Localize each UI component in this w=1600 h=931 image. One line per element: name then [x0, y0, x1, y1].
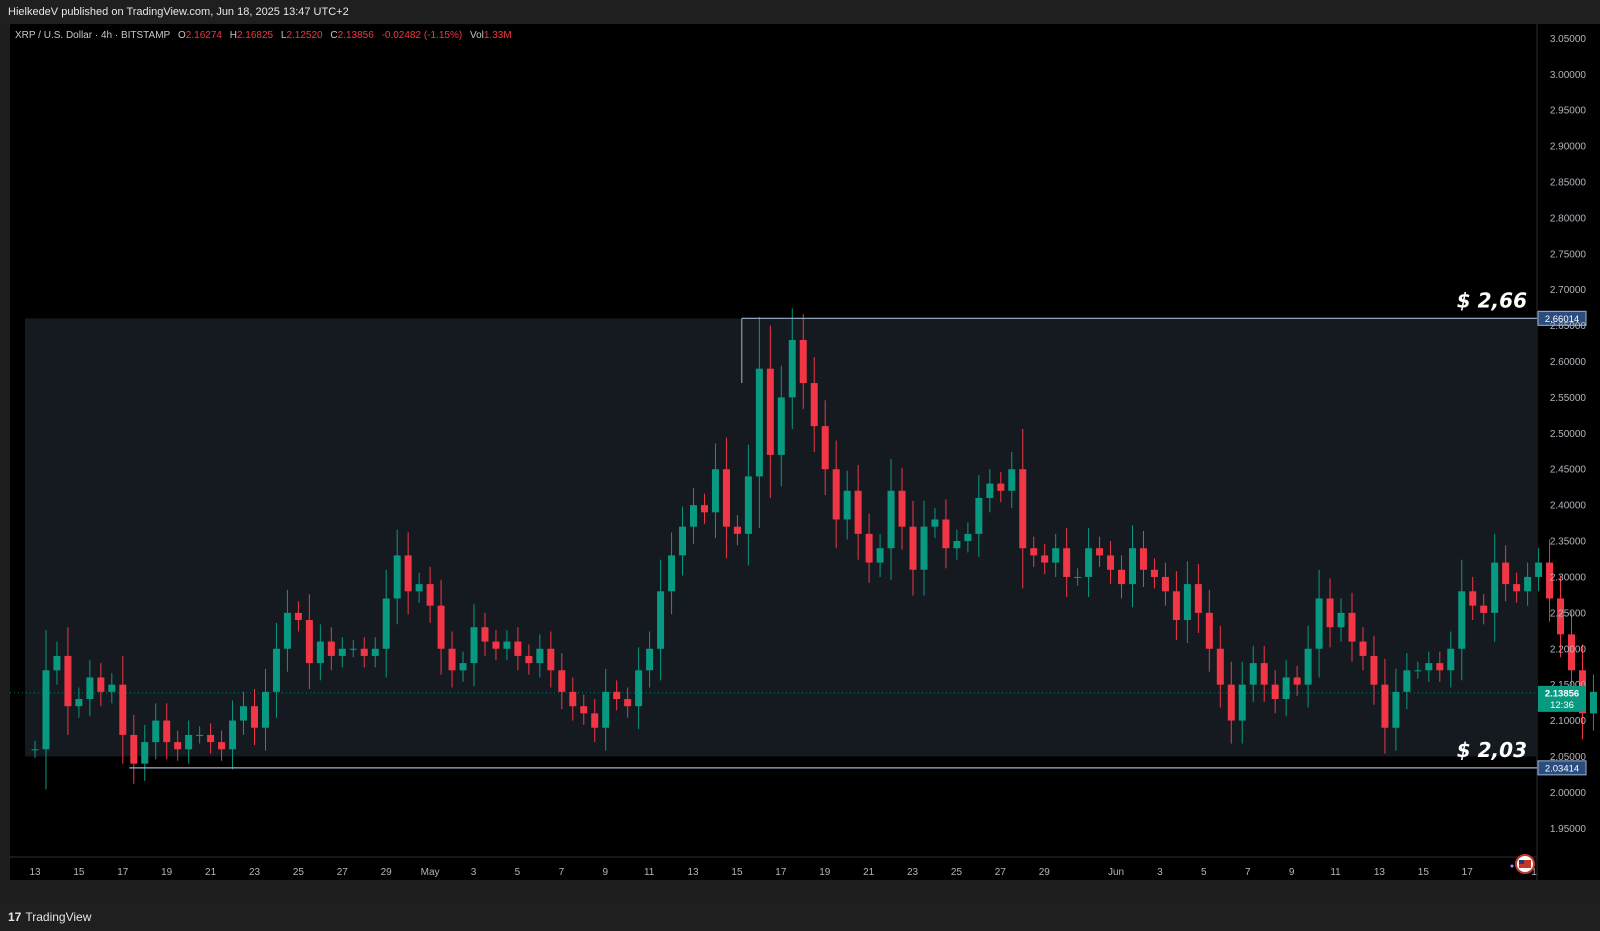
- time-tick-label: 21: [863, 867, 875, 878]
- time-tick-label: 15: [1418, 867, 1430, 878]
- price-tick-label: 2.00000: [1550, 788, 1587, 799]
- price-tick-label: 2.60000: [1550, 357, 1587, 368]
- legend-change: -0.02482 (-1.15%): [381, 30, 463, 41]
- time-tick-label: 3: [1157, 867, 1163, 878]
- price-tick-label: 2.35000: [1550, 537, 1587, 548]
- time-tick-label: 5: [515, 867, 521, 878]
- time-tick-label: 29: [1039, 867, 1051, 878]
- time-tick-label: 11: [644, 867, 655, 878]
- price-tick-label: 1.95000: [1550, 824, 1587, 835]
- time-tick-label: 11: [1330, 867, 1341, 878]
- price-tick-label: 2.50000: [1550, 429, 1587, 440]
- publish-info: HielkedeV published on TradingView.com, …: [8, 6, 349, 18]
- footer-bar: 17 TradingView: [0, 904, 1600, 931]
- legend-open: O2.16274: [178, 30, 222, 41]
- legend-low: L2.12520: [280, 30, 323, 41]
- time-tick-label: 27: [337, 867, 349, 878]
- level-annotation: $ 2,03: [1457, 738, 1527, 762]
- price-tick-label: 2.10000: [1550, 716, 1587, 727]
- tradingview-logo-icon: 17: [8, 910, 22, 924]
- legend-symbol: XRP / U.S. Dollar · 4h · BITSTAMP: [15, 30, 171, 41]
- price-chart[interactable]: $ 2,662.66014$ 2,032.03414 3.050003.0000…: [0, 24, 1600, 904]
- time-tick-label: 21: [205, 867, 217, 878]
- level-badge-text: 2.03414: [1545, 763, 1579, 774]
- publish-header-bar: HielkedeV published on TradingView.com, …: [0, 0, 1600, 24]
- time-tick-label: 25: [293, 867, 305, 878]
- level-annotation: $ 2,66: [1457, 288, 1527, 312]
- time-tick-label: 3: [471, 867, 477, 878]
- time-tick-label: 17: [775, 867, 787, 878]
- time-tick-label: Jun: [1108, 867, 1124, 878]
- time-tick-label: 13: [1374, 867, 1386, 878]
- price-tick-label: 2.90000: [1550, 142, 1587, 153]
- price-tick-label: 2.20000: [1550, 644, 1587, 655]
- price-tick-label: 3.00000: [1550, 70, 1587, 81]
- price-tick-label: 2.95000: [1550, 106, 1587, 117]
- price-tick-label: 2.85000: [1550, 177, 1587, 188]
- time-tick-label: 7: [1245, 867, 1251, 878]
- last-price-value: 2.13856: [1545, 688, 1579, 699]
- time-tick-label: 7: [559, 867, 565, 878]
- price-tick-label: 2.40000: [1550, 501, 1587, 512]
- price-tick-label: 2.25000: [1550, 608, 1587, 619]
- time-tick-label: 25: [951, 867, 963, 878]
- time-tick-label: 9: [1289, 867, 1295, 878]
- price-tick-label: 2.05000: [1550, 752, 1587, 763]
- time-tick-label: 29: [381, 867, 393, 878]
- legend-high: H2.16825: [229, 30, 274, 41]
- time-tick-label: 13: [687, 867, 699, 878]
- time-tick-label: 19: [819, 867, 831, 878]
- price-tick-label: 2.70000: [1550, 285, 1587, 296]
- price-tick-label: 2.75000: [1550, 249, 1587, 260]
- time-tick-label: 23: [249, 867, 261, 878]
- price-tick-label: 2.45000: [1550, 465, 1587, 476]
- tradingview-logo[interactable]: 17 TradingView: [8, 910, 91, 924]
- time-tick-label: 27: [995, 867, 1007, 878]
- price-tick-label: 2.80000: [1550, 213, 1587, 224]
- legend-volume: Vol1.33M: [469, 30, 512, 41]
- last-price-badge: 2.1385612:36: [1538, 685, 1586, 712]
- time-tick-label: 17: [1462, 867, 1474, 878]
- symbol-legend: XRP / U.S. Dollar · 4h · BITSTAMP O2.162…: [15, 30, 517, 41]
- time-tick-label: 23: [907, 867, 919, 878]
- time-tick-label: 13: [29, 867, 41, 878]
- time-tick-label: 15: [731, 867, 743, 878]
- price-tick-label: 3.05000: [1550, 34, 1587, 45]
- bar-countdown: 12:36: [1550, 700, 1574, 711]
- price-tick-label: 2.65000: [1550, 321, 1587, 332]
- time-tick-label: May: [421, 867, 440, 878]
- price-tick-label: 2.30000: [1550, 572, 1587, 583]
- time-tick-label: 5: [1201, 867, 1207, 878]
- legend-close: C2.13856: [330, 30, 374, 41]
- time-tick-label: 19: [161, 867, 173, 878]
- time-tick-label: 15: [73, 867, 85, 878]
- time-tick-label: 9: [602, 867, 608, 878]
- time-tick-label: 17: [117, 867, 129, 878]
- price-tick-label: 2.55000: [1550, 393, 1587, 404]
- time-axis-background: [10, 857, 1537, 880]
